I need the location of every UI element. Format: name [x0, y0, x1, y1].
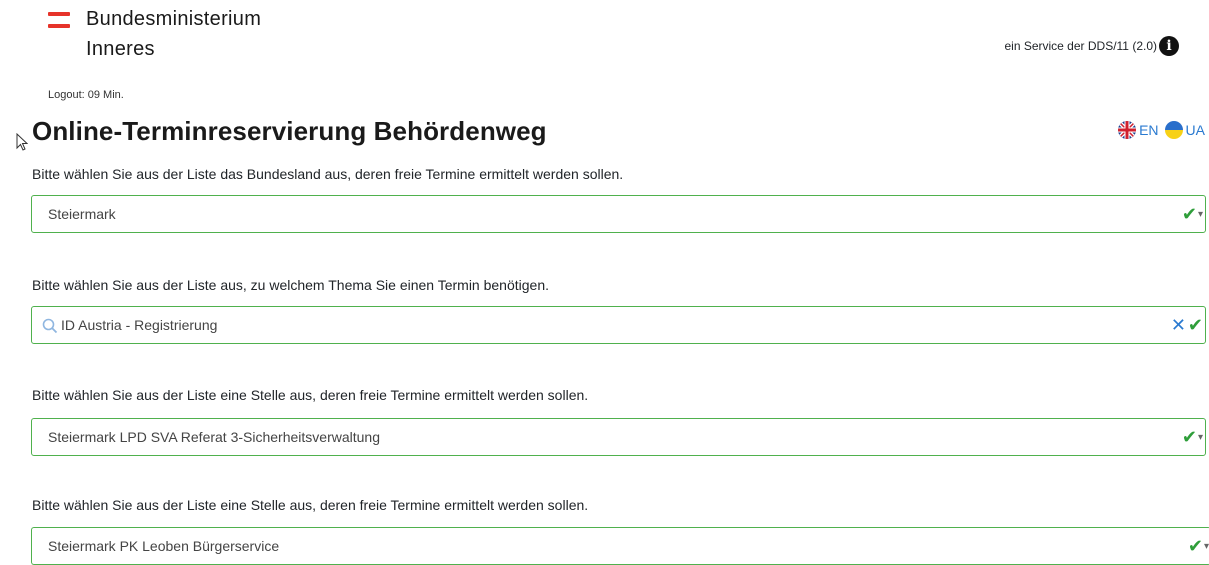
- chevron-down-icon[interactable]: ▾: [1198, 209, 1203, 220]
- question-stelle: Bitte wählen Sie aus der Liste eine Stel…: [32, 387, 589, 403]
- chevron-down-icon[interactable]: ▾: [1204, 541, 1209, 552]
- valid-check-icon: ✔: [1187, 315, 1203, 335]
- logo-text-line1: Bundesministerium: [86, 8, 262, 30]
- select-stelle-2-value: Steiermark PK Leoben Bürgerservice: [48, 538, 280, 554]
- language-ua[interactable]: UA: [1164, 121, 1205, 139]
- ukraine-flag-icon: [1164, 121, 1183, 139]
- search-icon: [42, 318, 58, 334]
- select-thema-value: ID Austria - Registrierung: [61, 317, 218, 333]
- select-stelle-2[interactable]: Steiermark PK Leoben Bürgerservice ✔ ▾: [31, 527, 1209, 565]
- info-icon[interactable]: i: [1159, 36, 1179, 56]
- language-en-label: EN: [1139, 122, 1159, 138]
- select-bundesland-value: Steiermark: [48, 206, 116, 222]
- question-bundesland: Bitte wählen Sie aus der Liste das Bunde…: [32, 166, 624, 182]
- question-stelle-2: Bitte wählen Sie aus der Liste eine Stel…: [32, 497, 589, 513]
- question-thema: Bitte wählen Sie aus der Liste aus, zu w…: [32, 277, 550, 293]
- select-stelle-value: Steiermark LPD SVA Referat 3-Sicherheits…: [48, 429, 380, 445]
- valid-check-icon: ✔: [1187, 536, 1203, 556]
- service-info: ein Service der DDS/11 (2.0) i: [1004, 36, 1179, 56]
- page-title: Online-Terminreservierung Behördenweg: [32, 116, 547, 146]
- service-text: ein Service der DDS/11 (2.0): [1004, 39, 1157, 53]
- language-en[interactable]: EN: [1118, 121, 1159, 139]
- valid-check-icon: ✔: [1181, 204, 1197, 224]
- select-thema[interactable]: ID Austria - Registrierung ✕ ✔: [31, 306, 1206, 344]
- logo-text-line2: Inneres: [86, 38, 155, 60]
- select-stelle[interactable]: Steiermark LPD SVA Referat 3-Sicherheits…: [31, 418, 1206, 456]
- valid-check-icon: ✔: [1181, 427, 1197, 447]
- mouse-cursor-icon: [16, 133, 28, 151]
- clear-icon[interactable]: ✕: [1171, 316, 1186, 334]
- uk-flag-icon: [1118, 121, 1137, 139]
- austria-flag-icon: [48, 12, 70, 28]
- chevron-down-icon[interactable]: ▾: [1198, 432, 1203, 443]
- logout-timer: Logout: 09 Min.: [48, 89, 124, 101]
- language-ua-label: UA: [1185, 122, 1205, 138]
- select-bundesland[interactable]: Steiermark ✔ ▾: [31, 195, 1206, 233]
- language-selector: EN UA: [1112, 121, 1205, 139]
